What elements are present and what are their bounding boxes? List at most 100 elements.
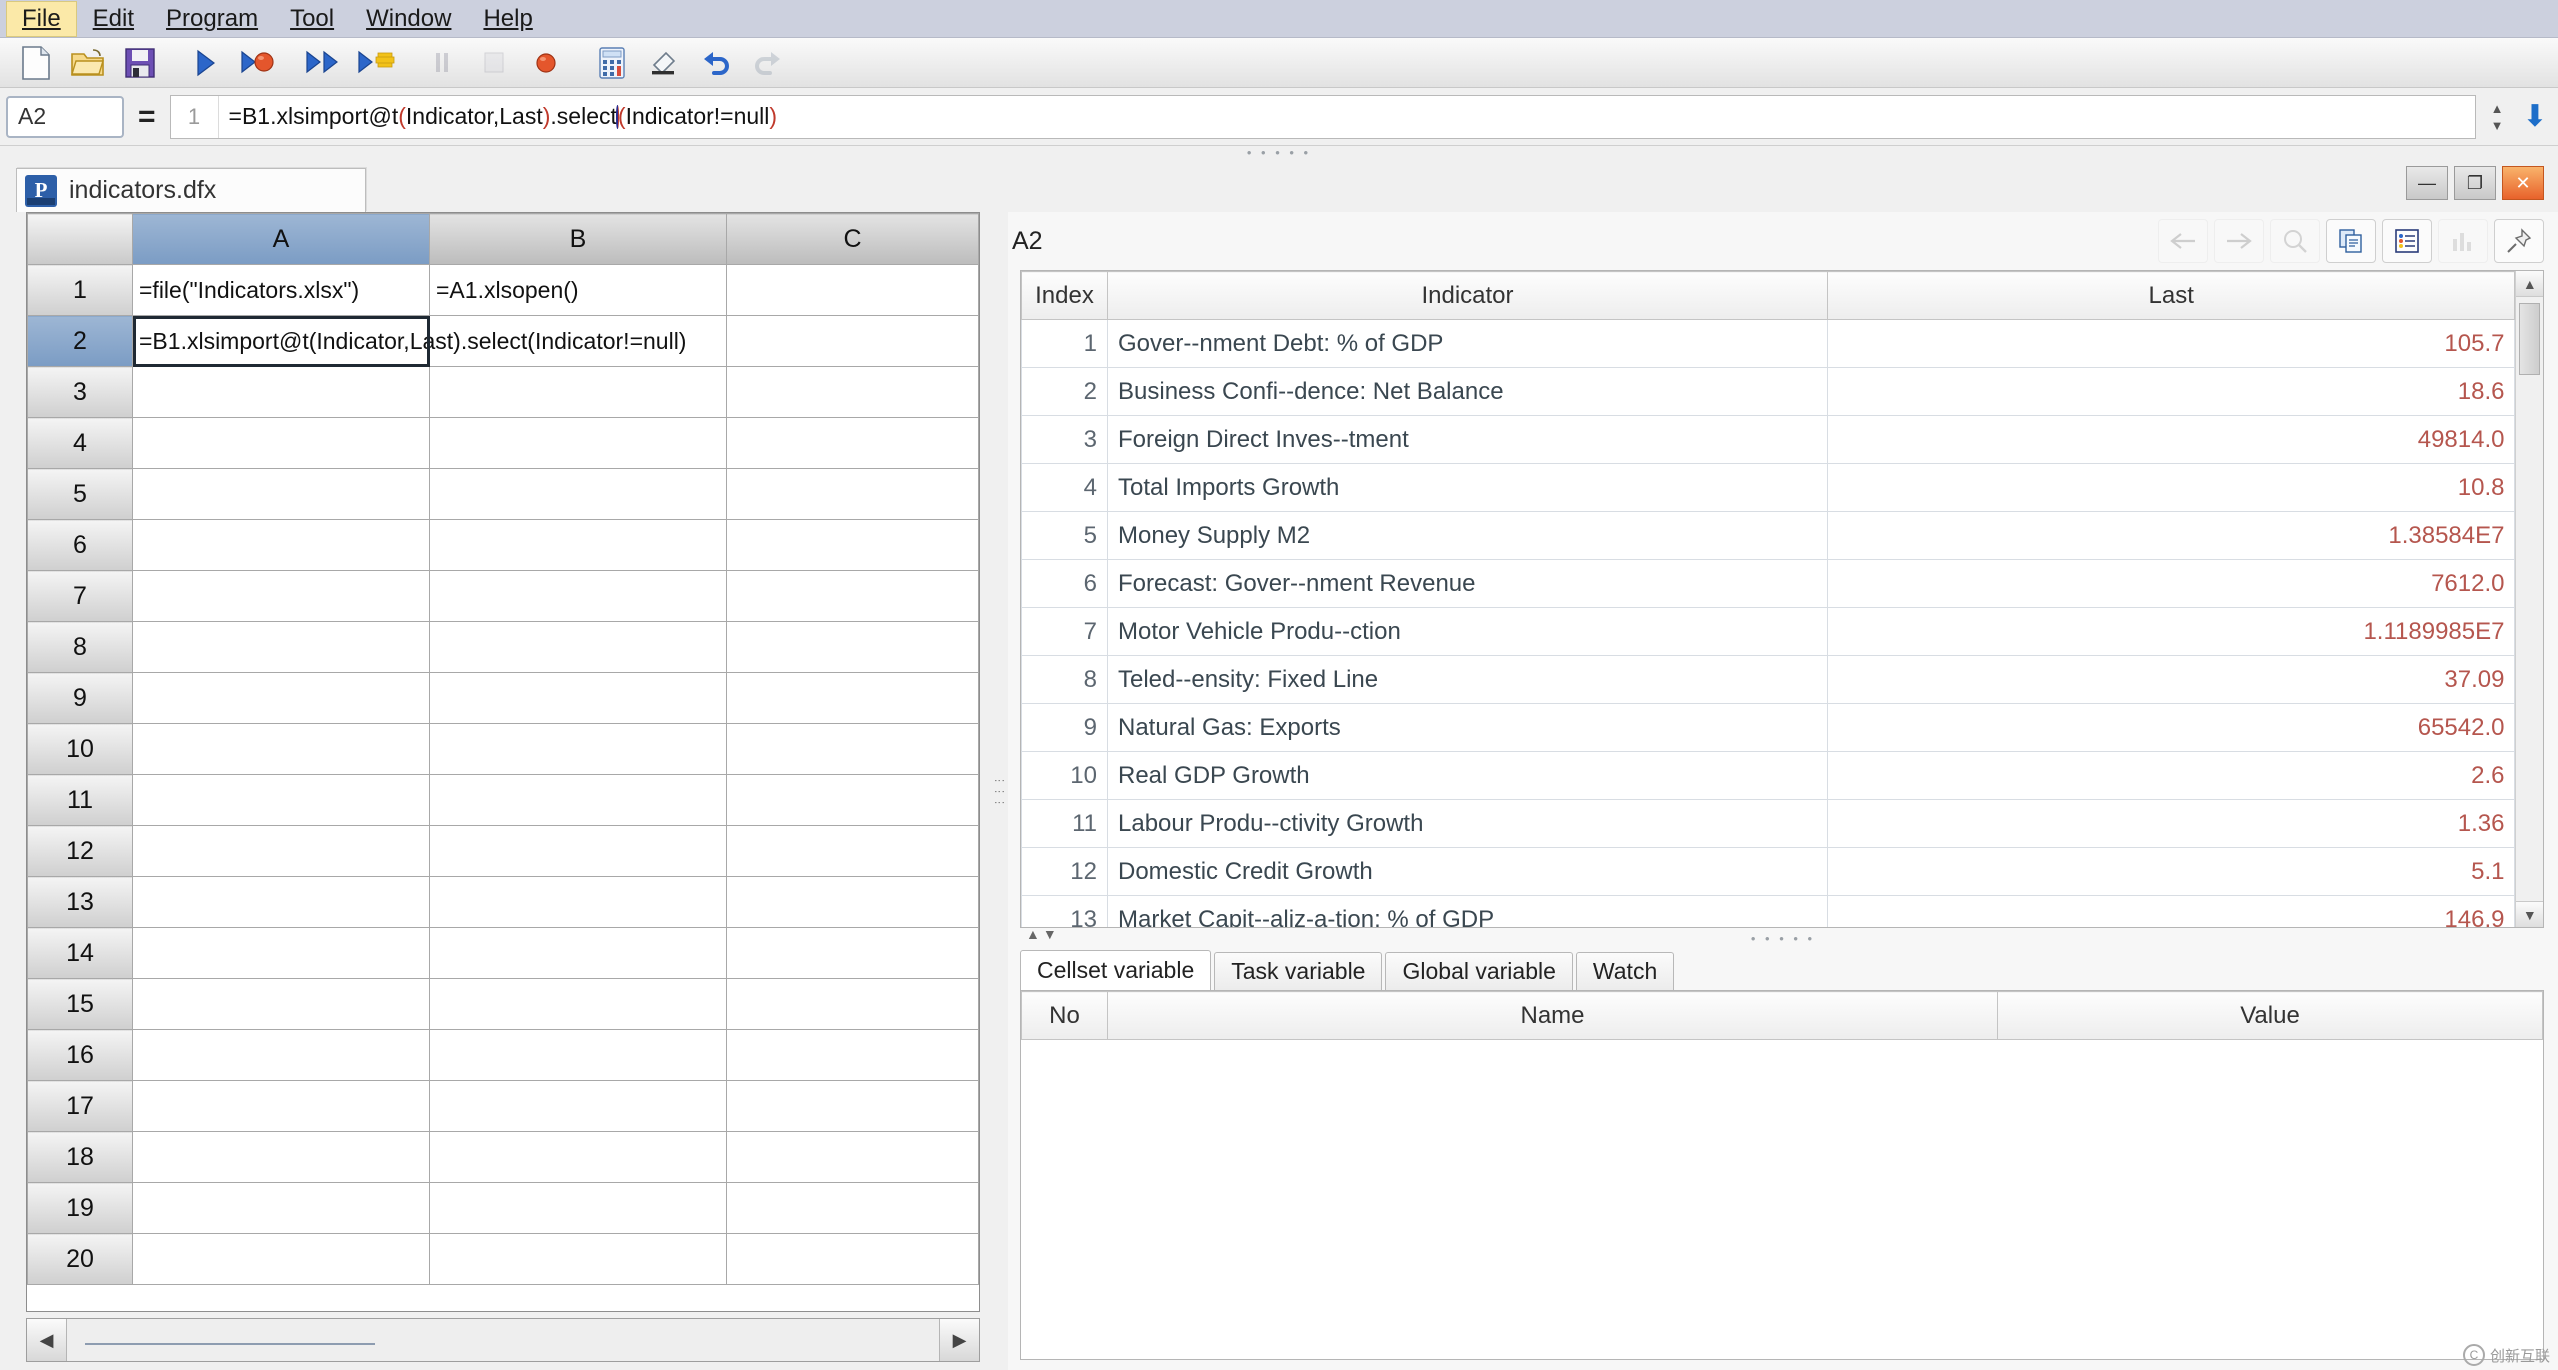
cell-A15[interactable] bbox=[132, 978, 430, 1030]
variable-table-container[interactable]: No Name Value bbox=[1020, 990, 2544, 1360]
back-arrow-icon[interactable] bbox=[2158, 219, 2208, 263]
spinner-up-icon[interactable]: ▲ bbox=[2491, 101, 2504, 116]
table-row[interactable]: 3 Foreign Direct Inves--tment 49814.0 bbox=[1021, 415, 2516, 464]
eraser-icon[interactable] bbox=[640, 42, 688, 84]
row-header-3[interactable]: 3 bbox=[27, 366, 133, 418]
result-vertical-scrollbar[interactable]: ▲ ▼ bbox=[2515, 271, 2543, 927]
table-row[interactable]: 4 Total Imports Growth 10.8 bbox=[1021, 463, 2516, 512]
row-header-10[interactable]: 10 bbox=[27, 723, 133, 775]
table-row[interactable]: 7 Motor Vehicle Produ--ction 1.1189985E7 bbox=[1021, 607, 2516, 656]
vscroll-track[interactable] bbox=[2516, 297, 2543, 901]
cell-B17[interactable] bbox=[429, 1080, 727, 1132]
vertical-splitter[interactable]: ⋮⋮⋮ bbox=[990, 212, 1008, 1370]
document-tab-indicators[interactable]: P indicators.dfx bbox=[16, 168, 366, 212]
vscroll-down-button[interactable]: ▼ bbox=[2516, 901, 2543, 927]
row-header-16[interactable]: 16 bbox=[27, 1029, 133, 1081]
table-row[interactable]: 11 Labour Produ--ctivity Growth 1.36 bbox=[1021, 799, 2516, 848]
result-cell-last[interactable]: 105.7 bbox=[1826, 319, 2516, 368]
step-into-icon[interactable] bbox=[300, 42, 348, 84]
cell-A4[interactable] bbox=[132, 417, 430, 469]
row-header-13[interactable]: 13 bbox=[27, 876, 133, 928]
result-cell-indicator[interactable]: Business Confi--dence: Net Balance bbox=[1107, 367, 1828, 416]
cell-C17[interactable] bbox=[726, 1080, 979, 1132]
result-cell-indicator[interactable]: Forecast: Gover--nment Revenue bbox=[1107, 559, 1828, 608]
cell-A17[interactable] bbox=[132, 1080, 430, 1132]
cell-B1[interactable]: =A1.xlsopen() bbox=[429, 264, 727, 316]
pause-icon[interactable] bbox=[418, 42, 466, 84]
menu-item-tool[interactable]: Tool bbox=[274, 1, 350, 37]
cell-B16[interactable] bbox=[429, 1029, 727, 1081]
variable-col-name[interactable]: Name bbox=[1107, 991, 1998, 1040]
row-header-7[interactable]: 7 bbox=[27, 570, 133, 622]
copy-icon[interactable] bbox=[2326, 219, 2376, 263]
open-file-icon[interactable] bbox=[64, 42, 112, 84]
stop-icon[interactable] bbox=[470, 42, 518, 84]
cell-reference-input[interactable]: A2 bbox=[6, 95, 124, 138]
result-cell-indicator[interactable]: Natural Gas: Exports bbox=[1107, 703, 1828, 752]
cell-B13[interactable] bbox=[429, 876, 727, 928]
cell-C6[interactable] bbox=[726, 519, 979, 571]
cell-A5[interactable] bbox=[132, 468, 430, 520]
row-header-5[interactable]: 5 bbox=[27, 468, 133, 520]
result-cell-indicator[interactable]: Total Imports Growth bbox=[1107, 463, 1828, 512]
tab-task-variable[interactable]: Task variable bbox=[1214, 952, 1383, 990]
cell-A18[interactable] bbox=[132, 1131, 430, 1183]
variable-col-value[interactable]: Value bbox=[1997, 991, 2543, 1040]
cell-C4[interactable] bbox=[726, 417, 979, 469]
cell-A12[interactable] bbox=[132, 825, 430, 877]
variable-col-no[interactable]: No bbox=[1021, 991, 1108, 1040]
cell-C11[interactable] bbox=[726, 774, 979, 826]
cell-C18[interactable] bbox=[726, 1131, 979, 1183]
search-value-icon[interactable] bbox=[2270, 219, 2320, 263]
menu-item-edit[interactable]: Edit bbox=[77, 1, 150, 37]
row-header-12[interactable]: 12 bbox=[27, 825, 133, 877]
table-row[interactable]: 9 Natural Gas: Exports 65542.0 bbox=[1021, 703, 2516, 752]
row-header-15[interactable]: 15 bbox=[27, 978, 133, 1030]
tab-global-variable[interactable]: Global variable bbox=[1385, 952, 1573, 990]
result-cell-indicator[interactable]: Real GDP Growth bbox=[1107, 751, 1828, 800]
column-header-c[interactable]: C bbox=[726, 213, 979, 265]
calculate-icon[interactable] bbox=[588, 42, 636, 84]
row-header-18[interactable]: 18 bbox=[27, 1131, 133, 1183]
result-cell-last[interactable]: 10.8 bbox=[1826, 463, 2516, 512]
minimize-button[interactable]: — bbox=[2406, 166, 2448, 200]
tab-watch[interactable]: Watch bbox=[1575, 952, 1675, 990]
menu-item-help[interactable]: Help bbox=[467, 1, 548, 37]
result-cell-indicator[interactable]: Labour Produ--ctivity Growth bbox=[1107, 799, 1828, 848]
cell-B5[interactable] bbox=[429, 468, 727, 520]
result-cell-last[interactable]: 7612.0 bbox=[1826, 559, 2516, 608]
result-cell-last[interactable]: 18.6 bbox=[1826, 367, 2516, 416]
top-splitter-grip[interactable]: • • • • • bbox=[0, 146, 2558, 160]
details-list-icon[interactable] bbox=[2382, 219, 2432, 263]
cell-C12[interactable] bbox=[726, 825, 979, 877]
cell-B18[interactable] bbox=[429, 1131, 727, 1183]
result-cell-last[interactable]: 1.38584E7 bbox=[1826, 511, 2516, 560]
new-file-icon[interactable] bbox=[12, 42, 60, 84]
save-file-icon[interactable] bbox=[116, 42, 164, 84]
cell-A16[interactable] bbox=[132, 1029, 430, 1081]
cell-C3[interactable] bbox=[726, 366, 979, 418]
cell-C5[interactable] bbox=[726, 468, 979, 520]
result-cell-last[interactable]: 1.1189985E7 bbox=[1826, 607, 2516, 656]
step-over-icon[interactable] bbox=[352, 42, 400, 84]
spinner-down-icon[interactable]: ▼ bbox=[2491, 118, 2504, 133]
cell-C19[interactable] bbox=[726, 1182, 979, 1234]
cell-C9[interactable] bbox=[726, 672, 979, 724]
result-scroll-arrows-icon[interactable]: ▲▼ bbox=[1026, 926, 1060, 942]
table-row[interactable]: 10 Real GDP Growth 2.6 bbox=[1021, 751, 2516, 800]
cell-A10[interactable] bbox=[132, 723, 430, 775]
restore-button[interactable]: ❐ bbox=[2454, 166, 2496, 200]
result-cell-indicator[interactable]: Foreign Direct Inves--tment bbox=[1107, 415, 1828, 464]
cell-C1[interactable] bbox=[726, 264, 979, 316]
cell-C2[interactable] bbox=[726, 315, 979, 367]
cell-A6[interactable] bbox=[132, 519, 430, 571]
cell-C7[interactable] bbox=[726, 570, 979, 622]
cell-C15[interactable] bbox=[726, 978, 979, 1030]
cell-A3[interactable] bbox=[132, 366, 430, 418]
row-header-20[interactable]: 20 bbox=[27, 1233, 133, 1285]
table-row[interactable]: 2 Business Confi--dence: Net Balance 18.6 bbox=[1021, 367, 2516, 416]
cell-A1[interactable]: =file("Indicators.xlsx") bbox=[132, 264, 430, 316]
tab-cellset-variable[interactable]: Cellset variable bbox=[1020, 950, 1212, 990]
row-header-11[interactable]: 11 bbox=[27, 774, 133, 826]
row-header-1[interactable]: 1 bbox=[27, 264, 133, 316]
